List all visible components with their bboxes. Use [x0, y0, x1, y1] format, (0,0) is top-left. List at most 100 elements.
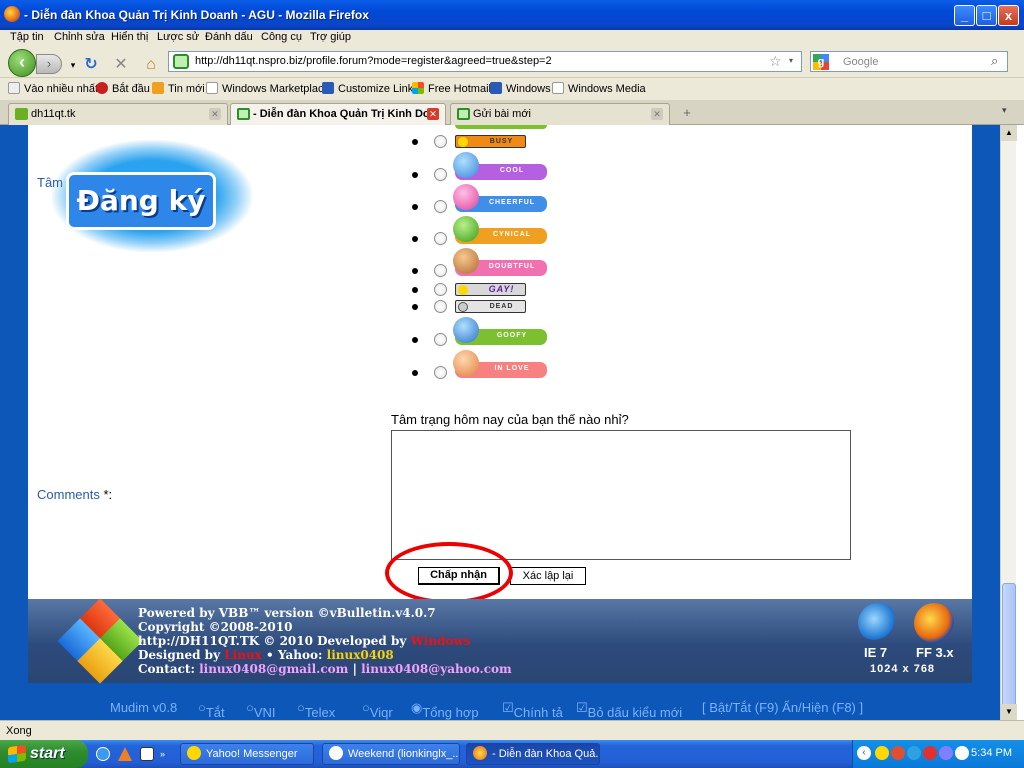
msn-icon [322, 82, 334, 94]
mood-question: Tâm trạng hôm nay của bạn thế nào nhỉ? [391, 412, 629, 427]
smiley-face-icon [458, 285, 468, 295]
media-icon[interactable] [140, 747, 154, 761]
mood-radio[interactable] [434, 200, 447, 213]
reload-icon[interactable]: ↻ [82, 56, 100, 74]
menu-help[interactable]: Trợ giúp [310, 31, 351, 43]
network-icon[interactable] [907, 746, 921, 760]
url-dropdown-icon[interactable]: ▾ [789, 56, 793, 65]
mudim-links[interactable]: [ Bật/Tắt (F9) Ẩn/Hiện (F8) ] [702, 700, 863, 715]
scroll-thumb[interactable] [1002, 583, 1016, 711]
volume-icon[interactable] [955, 746, 969, 760]
tab-list-dropdown-icon[interactable]: ▾ [1002, 105, 1007, 116]
tray-app-icon[interactable] [939, 746, 953, 760]
reset-button[interactable]: Xác lập lại [510, 567, 586, 585]
tab-close-icon[interactable]: ✕ [651, 108, 663, 120]
mood-option[interactable]: CYNICAL [412, 216, 552, 247]
bookmark-getting-started[interactable]: Bắt đầu [96, 82, 150, 95]
contact-yahoo-link[interactable]: linux0408@yahoo.com [361, 662, 512, 676]
mudim-title: Mudim v0.8 [110, 700, 178, 715]
security-icon[interactable] [923, 746, 937, 760]
tab-close-icon[interactable]: ✕ [427, 108, 439, 120]
contact-gmail-link[interactable]: linux0408@gmail.com [199, 662, 348, 676]
taskbar-firefox[interactable]: - Diễn đàn Khoa Quả... [466, 743, 600, 765]
tab-new-post[interactable]: Gửi bài mới ✕ [450, 103, 670, 125]
menu-tools[interactable]: Công cụ [261, 31, 302, 43]
tab-close-icon[interactable]: ✕ [209, 108, 221, 120]
home-icon[interactable]: ⌂ [142, 56, 160, 74]
mood-radio[interactable] [434, 333, 447, 346]
smiley-face-icon [453, 350, 479, 376]
taskbar-yahoo-messenger[interactable]: Yahoo! Messenger [180, 743, 314, 765]
search-icon[interactable]: ⌕ [991, 53, 998, 69]
vertical-scrollbar[interactable]: ▲ ▼ [1000, 125, 1017, 720]
minimize-button[interactable]: _ [954, 5, 975, 26]
mood-option[interactable]: BUSY [412, 134, 552, 150]
mudim-option-auto[interactable]: ◉ Tổng hợp [411, 700, 479, 720]
history-dropdown-icon[interactable]: ▾ [64, 56, 82, 74]
site-favicon-icon [237, 108, 250, 120]
search-bar[interactable]: g Google ⌕ [810, 51, 1008, 72]
quicklaunch-more-icon[interactable]: » [160, 749, 165, 759]
bookmark-customize-links[interactable]: Customize Links [322, 82, 419, 95]
mood-option[interactable]: CHEERFUL [412, 184, 552, 215]
mood-option[interactable]: COOL [412, 152, 552, 183]
bookmark-latest-news[interactable]: Tin mới [152, 82, 205, 95]
menu-bookmarks[interactable]: Đánh dấu [205, 31, 253, 43]
mood-radio[interactable] [434, 232, 447, 245]
bookmark-most-visited[interactable]: Vào nhiều nhất [8, 82, 98, 95]
mood-option[interactable]: GAY! [412, 282, 552, 298]
ie-icon[interactable] [96, 747, 110, 761]
mudim-check-spelling[interactable]: ☑ Chính tả [502, 700, 563, 720]
bookmark-windows[interactable]: Windows [490, 82, 551, 95]
menu-history[interactable]: Lược sử [157, 31, 199, 43]
bookmark-star-icon[interactable]: ☆ [769, 53, 782, 70]
register-logo: Đăng ký [12, 140, 262, 258]
mudim-option-vni[interactable]: ○ VNI [246, 700, 276, 720]
bookmark-icon [8, 82, 20, 94]
tray-collapse-icon[interactable]: ‹ [857, 746, 871, 760]
close-button[interactable]: x [998, 5, 1019, 26]
mood-radio[interactable] [434, 135, 447, 148]
mood-smiley-busy: BUSY [455, 135, 526, 148]
mood-option[interactable]: IN LOVE [412, 350, 552, 381]
mood-radio[interactable] [434, 264, 447, 277]
bookmark-free-hotmail[interactable]: Free Hotmail [412, 82, 491, 95]
taskbar-weekend-chat[interactable]: Weekend (lionkinglx_... [322, 743, 460, 765]
url-bar[interactable]: http://dh11qt.nspro.biz/profile.forum?mo… [168, 51, 802, 72]
comments-textarea[interactable] [391, 430, 851, 560]
vlc-icon[interactable] [118, 747, 132, 761]
mood-radio[interactable] [434, 366, 447, 379]
mudim-check-new-accent[interactable]: ☑ Bỏ dấu kiểu mới [576, 700, 682, 720]
menu-file[interactable]: Tập tin [10, 31, 44, 43]
bookmark-windows-marketplace[interactable]: Windows Marketplace [206, 82, 330, 95]
menu-bar: Tập tin Chỉnh sửa Hiển thị Lược sử Đánh … [0, 30, 1024, 46]
scroll-up-icon[interactable]: ▲ [1001, 125, 1017, 141]
mood-radio[interactable] [434, 283, 447, 296]
mudim-option-off[interactable]: ○ Tắt [198, 700, 225, 720]
scroll-down-icon[interactable]: ▼ [1001, 704, 1017, 720]
new-tab-icon[interactable]: + [678, 105, 696, 121]
google-icon[interactable]: g [813, 54, 829, 70]
menu-edit[interactable]: Chỉnh sửa [54, 31, 105, 43]
mudim-option-telex[interactable]: ○ Telex [297, 700, 335, 720]
mood-option[interactable]: GOOFY [412, 317, 552, 348]
tab-forum-register[interactable]: - Diễn đàn Khoa Quản Trị Kinh Do... ✕ [230, 103, 446, 125]
system-tray: ‹ 5:34 PM [852, 740, 1024, 768]
bookmark-windows-media[interactable]: Windows Media [552, 82, 646, 95]
mudim-option-viqr[interactable]: ○ Viqr [362, 700, 393, 720]
forward-arrow-icon[interactable]: › [36, 54, 62, 74]
start-button[interactable]: start [0, 740, 88, 768]
menu-view[interactable]: Hiển thị [111, 31, 148, 43]
window-title: - Diễn đàn Khoa Quản Trị Kinh Doanh - AG… [24, 8, 369, 22]
mood-option[interactable]: DOUBTFUL [412, 248, 552, 279]
tab-dh11qt[interactable]: dh11qt.tk ✕ [8, 103, 228, 125]
tray-app-icon[interactable] [891, 746, 905, 760]
status-bar: Xong [0, 720, 1024, 740]
maximize-button[interactable]: □ [976, 5, 997, 26]
stop-icon[interactable]: ✕ [112, 56, 130, 74]
mood-radio[interactable] [434, 168, 447, 181]
mood-option[interactable]: DEAD [412, 299, 552, 315]
mood-radio[interactable] [434, 300, 447, 313]
yahoo-tray-icon[interactable] [875, 746, 889, 760]
back-arrow-icon[interactable]: ‹ [8, 49, 36, 77]
